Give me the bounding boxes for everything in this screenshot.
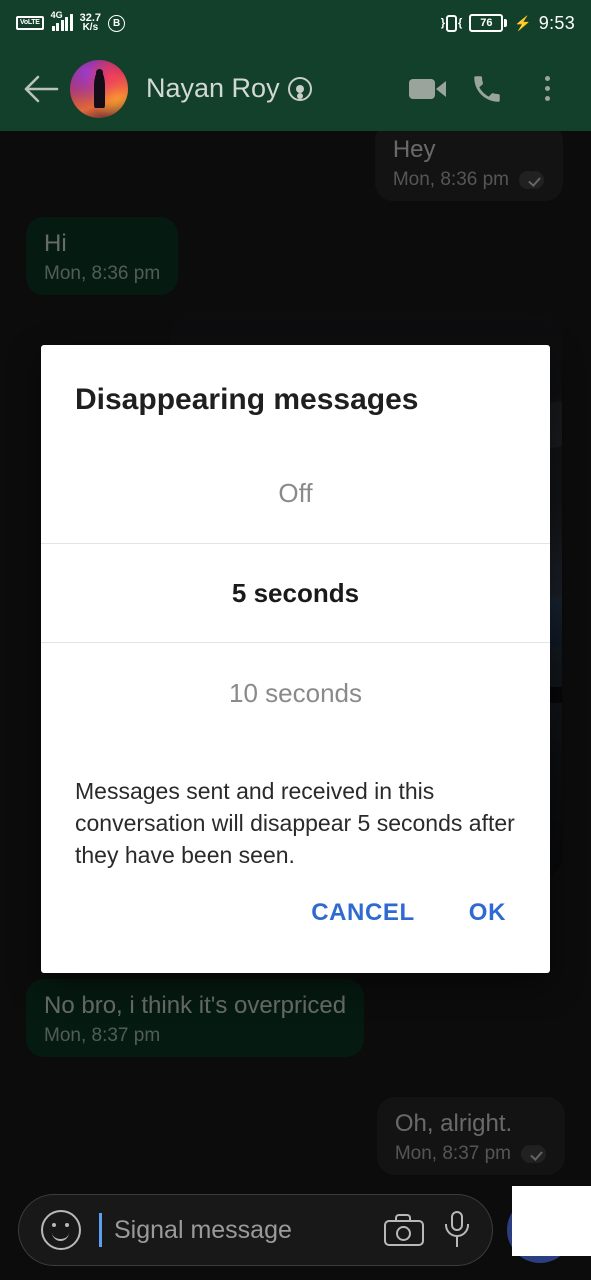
conversation-app-bar: Nayan Roy (0, 46, 591, 131)
message-input-container[interactable]: Signal message (18, 1194, 493, 1266)
vibrate-icon: } { (441, 14, 462, 32)
more-vertical-icon[interactable] (521, 63, 573, 115)
status-bar-left: VoLTE 4G 32.7 K/s B (16, 11, 126, 33)
duration-picker[interactable]: Off 5 seconds 10 seconds (41, 443, 550, 743)
phone-screen: VoLTE 4G 32.7 K/s B } { 76 ⚡ 9:53 Nayan … (0, 0, 591, 1280)
disappearing-messages-dialog: Disappearing messages Off 5 seconds 10 s… (41, 345, 550, 973)
cancel-button[interactable]: CANCEL (297, 887, 429, 939)
contact-name-label: Nayan Roy (146, 73, 280, 103)
data-speed-unit: K/s (82, 22, 99, 33)
volte-icon: VoLTE (16, 16, 44, 30)
picker-option-5-seconds[interactable]: 5 seconds (41, 543, 550, 643)
message-composer: Signal message (0, 1180, 591, 1280)
text-cursor (99, 1213, 102, 1247)
emoji-icon[interactable] (41, 1210, 81, 1250)
battery-level-label: 76 (469, 14, 504, 32)
charging-bolt-icon: ⚡ (514, 15, 532, 31)
video-call-icon[interactable] (401, 63, 453, 115)
microphone-icon[interactable] (444, 1211, 470, 1249)
picker-option-off[interactable]: Off (41, 443, 550, 543)
ok-button[interactable]: OK (455, 887, 520, 939)
status-bar: VoLTE 4G 32.7 K/s B } { 76 ⚡ 9:53 (0, 0, 591, 46)
dialog-description: Messages sent and received in this conve… (75, 778, 515, 868)
signal-strength-icon: 4G (51, 11, 73, 31)
status-bar-right: } { 76 ⚡ 9:53 (441, 13, 575, 34)
data-speed-indicator: 32.7 K/s (80, 13, 101, 33)
dialog-title: Disappearing messages (75, 383, 419, 416)
battery-icon: 76 (469, 14, 508, 32)
app-bar-actions (401, 63, 573, 115)
white-occlusion-overlay (512, 1186, 591, 1256)
person-in-circle-emoji-icon (287, 76, 312, 101)
contact-name[interactable]: Nayan Roy (146, 73, 312, 104)
network-type-label: 4G (50, 10, 63, 20)
back-arrow-icon[interactable] (18, 66, 64, 112)
composer-actions (384, 1211, 470, 1249)
camera-icon[interactable] (384, 1214, 424, 1246)
picker-option-10-seconds[interactable]: 10 seconds (41, 643, 550, 743)
search-input-placeholder: Signal message (114, 1215, 292, 1244)
phone-call-icon[interactable] (461, 63, 513, 115)
dialog-actions: CANCEL OK (41, 887, 550, 973)
app-badge-icon: B (108, 14, 126, 32)
status-bar-clock: 9:53 (538, 12, 575, 33)
avatar[interactable] (70, 59, 128, 118)
